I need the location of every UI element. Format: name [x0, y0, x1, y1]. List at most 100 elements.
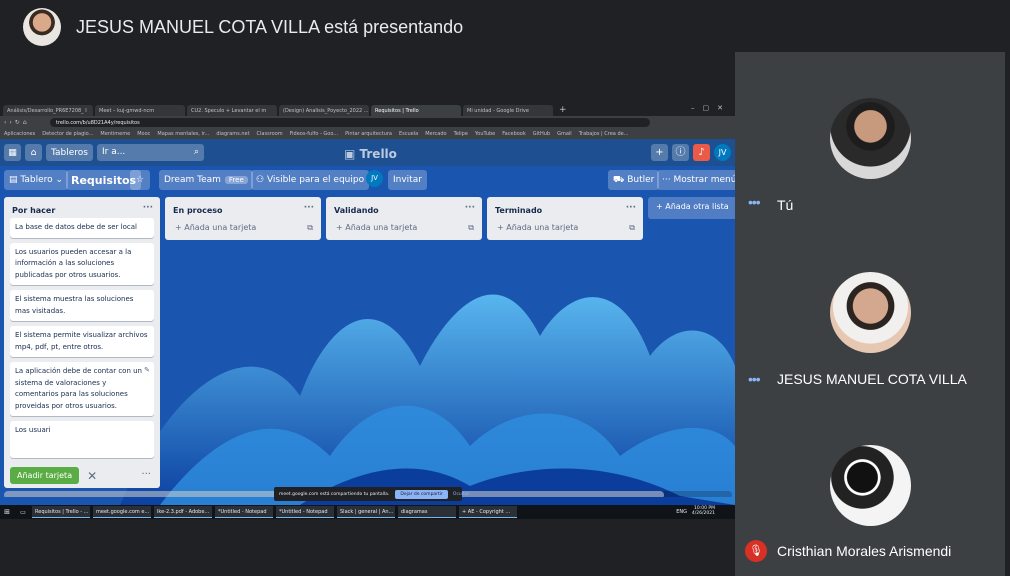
edit-pencil-icon[interactable]: ✎ — [144, 365, 150, 377]
list-title[interactable]: Validando ··· — [326, 197, 482, 218]
card[interactable]: El sistema permite visualizar archivos m… — [10, 326, 154, 357]
windows-start-icon[interactable]: ⊞ — [0, 508, 14, 516]
taskbar-app[interactable]: *Untitled - Notepad — [276, 506, 334, 518]
trello-logo[interactable]: ▣ Trello — [344, 147, 397, 161]
card-template-icon[interactable]: ⧉ — [468, 223, 474, 233]
window-controls[interactable]: –▢✕ — [691, 104, 731, 112]
bookmark[interactable]: Mentimeme — [100, 131, 130, 137]
list-title[interactable]: Por hacer ··· — [4, 197, 160, 218]
team-plan-badge: Free — [224, 176, 248, 184]
add-card-footer: Añadir tarjeta ✕ ··· — [4, 463, 160, 490]
list-menu-icon[interactable]: ··· — [304, 203, 314, 213]
search-icon: ⌕ — [193, 147, 199, 157]
list-menu-icon[interactable]: ··· — [143, 203, 153, 213]
list-title-text: En proceso — [173, 206, 223, 215]
participant-tile[interactable]: ••• Tú — [735, 52, 1005, 222]
team-button[interactable]: Dream Team Free — [159, 170, 253, 190]
bookmark[interactable]: Mapas mentales, ir... — [157, 131, 209, 137]
show-menu-button[interactable]: ··· Mostrar menú — [657, 170, 735, 190]
taskbar-app[interactable]: + AE - Copyright ... — [459, 506, 517, 518]
browser-tab[interactable]: (Design) Analisis_Poyecto_2022 ... — [279, 105, 369, 116]
participant-avatar — [830, 98, 911, 179]
bookmark[interactable]: diagrams.net — [216, 131, 249, 137]
add-card-link[interactable]: + Añada una tarjeta ⧉ — [165, 218, 321, 240]
notifications-bell-icon[interactable]: ♪ — [693, 144, 710, 161]
url-field[interactable]: trello.com/b/u8D21A4y/requisitos — [50, 117, 650, 127]
new-tab-icon[interactable]: + — [555, 105, 571, 116]
keyboard-language[interactable]: ENG — [676, 509, 687, 515]
browser-tab[interactable]: Meet – kuj-gmwd-ncm — [95, 105, 185, 116]
list-en-proceso: En proceso ··· + Añada una tarjeta ⧉ — [165, 197, 321, 240]
bookmark[interactable]: Pintar arquitectura — [345, 131, 392, 137]
bookmark[interactable]: Detector de plagio... — [42, 131, 93, 137]
list-validando: Validando ··· + Añada una tarjeta ⧉ — [326, 197, 482, 240]
bookmark[interactable]: Aplicaciones — [4, 131, 35, 137]
card[interactable]: La base de datos debe de ser local — [10, 218, 154, 238]
bookmark[interactable]: Escuela — [399, 131, 418, 137]
info-icon[interactable]: ⓘ — [672, 144, 689, 161]
more-options-icon[interactable]: ··· — [141, 469, 151, 480]
trello-nav: ▦ ⌂ Tableros Ir a... ⌕ ▣ Trello + ⓘ ♪ JV — [0, 139, 735, 166]
speaking-indicator-icon: ••• — [748, 371, 761, 387]
browser-tab-active[interactable]: Requisitos | Trello — [371, 105, 461, 116]
home-icon[interactable]: ⌂ — [25, 144, 42, 161]
browser-tab[interactable]: CU2. Speculo + Levantar el m — [187, 105, 277, 116]
taskbar-app[interactable]: lke-2.3.pdf - Adobe... — [154, 506, 212, 518]
taskbar-app[interactable]: *Untitled - Notepad — [215, 506, 273, 518]
show-menu-label: Mostrar menú — [673, 175, 735, 185]
invite-button[interactable]: Invitar — [388, 170, 427, 190]
bookmark[interactable]: Classroom — [257, 131, 283, 137]
search-placeholder: Ir a... — [101, 147, 126, 157]
bookmark[interactable]: Telipe — [454, 131, 468, 137]
list-menu-icon[interactable]: ··· — [465, 203, 475, 213]
card-text: La aplicación debe de contar con un sist… — [15, 367, 142, 410]
card-hover[interactable]: La aplicación debe de contar con un sist… — [10, 362, 154, 416]
stop-sharing-button[interactable]: Dejar de compartir — [395, 489, 448, 499]
bookmark[interactable]: Mooc — [137, 131, 150, 137]
bookmark[interactable]: GitHub — [533, 131, 550, 137]
add-card-link[interactable]: + Añada una tarjeta ⧉ — [326, 218, 482, 240]
taskbar-app[interactable]: Slack | general | An... — [337, 506, 395, 518]
participant-tile[interactable]: ••• JESUS MANUEL COTA VILLA — [735, 224, 1005, 394]
add-list-button[interactable]: + Añada otra lista — [648, 197, 735, 219]
list-title[interactable]: Terminado ··· — [487, 197, 643, 218]
bookmark[interactable]: Trabajos | Crea de... — [579, 131, 629, 137]
close-icon[interactable]: ✕ — [87, 469, 97, 483]
bookmark[interactable]: YouTube — [475, 131, 495, 137]
nav-arrows-icon[interactable]: ‹›↻⌂ — [0, 119, 50, 126]
create-plus-icon[interactable]: + — [651, 144, 668, 161]
taskbar-app[interactable]: Requisitos | Trello - ... — [32, 506, 90, 518]
boards-button[interactable]: Tableros — [46, 144, 93, 161]
board-menu-button[interactable]: ▤ Tablero ⌄ — [4, 170, 69, 190]
taskbar-app[interactable]: meet.google.com e... — [93, 506, 151, 518]
hide-notice-button[interactable]: Ocultar — [453, 492, 470, 497]
visibility-button[interactable]: ⚇ Visible para el equipo — [251, 170, 370, 190]
bookmark[interactable]: Facebook — [502, 131, 526, 137]
card-template-icon[interactable]: ⧉ — [629, 223, 635, 233]
board-search-input[interactable]: Ir a... ⌕ — [96, 144, 204, 161]
browser-tab[interactable]: Análisis/Desarrollo_PR6E7208_ I — [3, 105, 93, 116]
bookmarks-bar: Aplicaciones Detector de plagio... Menti… — [0, 128, 735, 139]
butler-button[interactable]: ⛟ Butler — [608, 170, 660, 190]
add-card-button[interactable]: Añadir tarjeta — [10, 467, 80, 484]
card[interactable]: Los usuarios pueden accesar a la informa… — [10, 242, 154, 285]
taskbar-clock[interactable]: 10:00 PM 4/26/2021 — [692, 506, 715, 516]
browser-tab[interactable]: Mi unidad - Google Drive — [463, 105, 553, 116]
user-avatar[interactable]: JV — [714, 144, 731, 161]
task-view-icon[interactable]: ▭ — [14, 509, 32, 516]
card-template-icon[interactable]: ⧉ — [307, 223, 313, 233]
participant-tile[interactable]: 🎙 Cristhian Morales Arismendi — [735, 396, 1005, 566]
trello-logo-text: Trello — [359, 147, 397, 161]
bookmark[interactable]: Gmail — [557, 131, 572, 137]
bookmark[interactable]: Mercado — [425, 131, 446, 137]
add-card-link[interactable]: + Añada una tarjeta ⧉ — [487, 218, 643, 240]
member-avatar[interactable]: JV — [366, 170, 383, 187]
taskbar-app[interactable]: diagramas — [398, 506, 456, 518]
card[interactable]: El sistema muestra las soluciones mas vi… — [10, 290, 154, 321]
new-card-textarea[interactable]: Los usuari — [10, 421, 154, 458]
list-menu-icon[interactable]: ··· — [626, 203, 636, 213]
apps-grid-icon[interactable]: ▦ — [4, 144, 21, 161]
star-icon[interactable]: ☆ — [130, 170, 150, 190]
list-title[interactable]: En proceso ··· — [165, 197, 321, 218]
bookmark[interactable]: Fideos-fulfo - Goo... — [290, 131, 338, 137]
